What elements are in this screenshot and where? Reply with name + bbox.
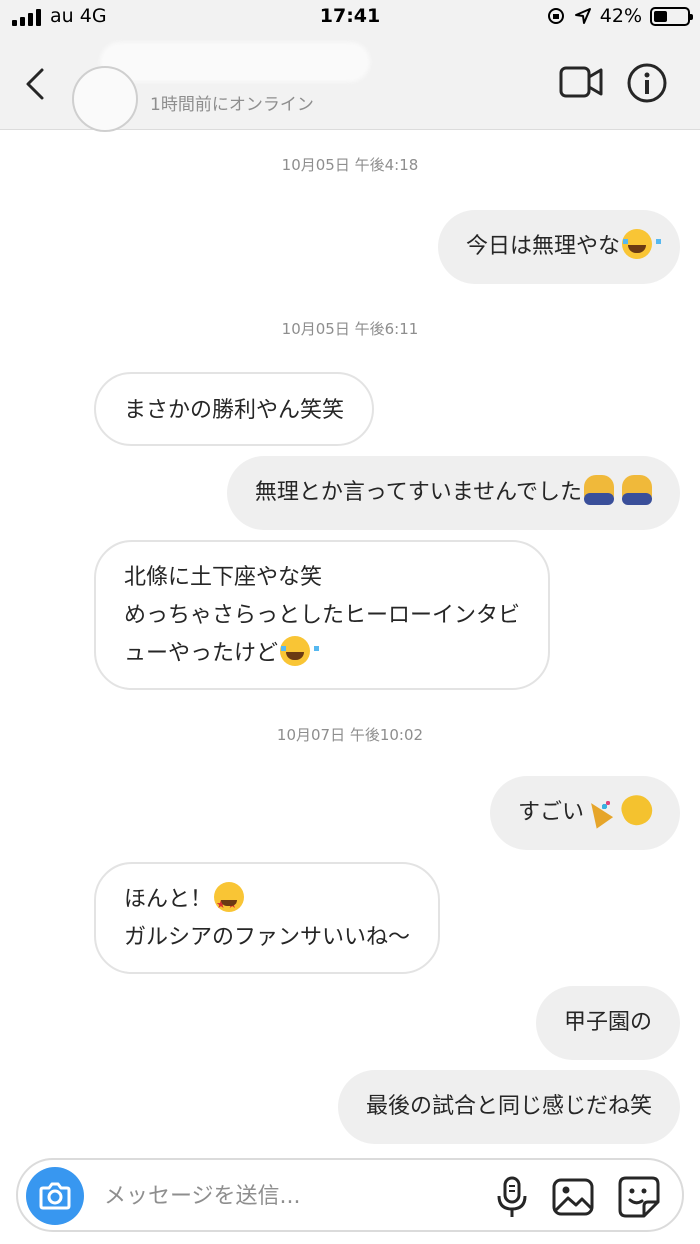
sticker-icon (618, 1176, 660, 1218)
clapping-hands-emoji-icon (617, 790, 657, 830)
thread-info-button[interactable] (626, 62, 668, 104)
online-status: 1時間前にオンライン (150, 95, 314, 115)
camera-button[interactable] (26, 1167, 84, 1225)
message-outgoing[interactable]: すごい (489, 776, 680, 850)
message-line: ューやったけど (124, 641, 279, 666)
message-text: 最後の試合と同じ感じだね笑 (365, 1094, 652, 1119)
message-outgoing[interactable]: 無理とか言ってすいませんでした (226, 456, 680, 530)
image-icon (552, 1178, 594, 1216)
party-popper-emoji-icon (586, 795, 616, 825)
message-text: まさかの勝利やん笑笑 (124, 398, 345, 423)
orientation-lock-icon (547, 8, 564, 24)
contact-name-redacted (100, 42, 370, 82)
info-icon (627, 63, 667, 103)
message-incoming[interactable]: まさかの勝利やん笑笑 (94, 372, 375, 446)
message-line-wrap: ューやったけど (124, 635, 520, 673)
message-line: めっちゃさらっとしたヒーローインタビ (124, 603, 521, 628)
voice-message-button[interactable] (492, 1174, 532, 1220)
timestamp: 10月07日 午後10:02 (276, 726, 424, 744)
bowing-person-emoji-icon (584, 475, 614, 505)
sender-avatar[interactable] (24, 916, 74, 966)
message-input[interactable] (104, 1178, 484, 1214)
tears-of-joy-emoji-icon (622, 229, 661, 259)
camera-icon (39, 1182, 71, 1210)
sticker-button[interactable] (616, 1174, 662, 1220)
message-incoming[interactable]: ほんと！ ガルシアのファンサいいね〜 (94, 862, 441, 974)
chevron-left-icon (26, 68, 44, 100)
back-button[interactable] (18, 64, 54, 104)
thread-header: 1時間前にオンライン (0, 38, 700, 132)
message-line: 北條に土下座やな笑 (124, 565, 323, 590)
message-text: 甲子園の (563, 1010, 652, 1035)
microphone-icon (497, 1176, 527, 1217)
battery-percent: 42% (599, 5, 642, 27)
message-composer (16, 1158, 684, 1232)
message-outgoing[interactable]: 最後の試合と同じ感じだね笑 (337, 1070, 680, 1144)
star-struck-emoji-icon (214, 882, 245, 924)
status-right-group: 42% (546, 5, 693, 27)
message-incoming[interactable]: 北條に土下座やな笑 めっちゃさらっとしたヒーローインタビ ューやったけど (94, 540, 551, 690)
battery-icon (650, 6, 693, 26)
timestamp: 10月05日 午後6:11 (281, 320, 419, 338)
message-text: すごい (517, 800, 584, 825)
message-line: ガルシアのファンサいいね〜 (124, 925, 411, 950)
bowing-person-emoji-icon (622, 475, 652, 505)
status-bar: au 4G 17:41 42% (0, 0, 700, 38)
message-line: ほんと！ (124, 887, 213, 912)
sender-avatar[interactable] (24, 392, 74, 442)
message-outgoing[interactable]: 甲子園の (535, 986, 680, 1060)
message-outgoing[interactable]: 今日は無理やな (437, 210, 680, 284)
video-camera-icon (559, 66, 603, 98)
dm-thread-screen: au 4G 17:41 42% 1時間前にオンライン 10月05日 午後4:18… (0, 0, 700, 1244)
location-icon (574, 8, 591, 24)
message-text: 今日は無理やな (465, 234, 620, 259)
message-list[interactable]: 10月05日 午後4:18 今日は無理やな 10月05日 午後6:11 まさかの… (0, 130, 700, 1154)
timestamp: 10月05日 午後4:18 (281, 156, 419, 174)
sender-avatar[interactable] (24, 640, 74, 690)
message-line-wrap: ほんと！ (124, 881, 410, 924)
message-text: 無理とか言ってすいませんでした (254, 480, 582, 505)
contact-avatar[interactable] (72, 66, 138, 132)
battery-fill (654, 10, 667, 22)
video-call-button[interactable] (558, 64, 604, 100)
tears-of-joy-emoji-icon (280, 636, 320, 666)
gallery-button[interactable] (550, 1174, 596, 1220)
